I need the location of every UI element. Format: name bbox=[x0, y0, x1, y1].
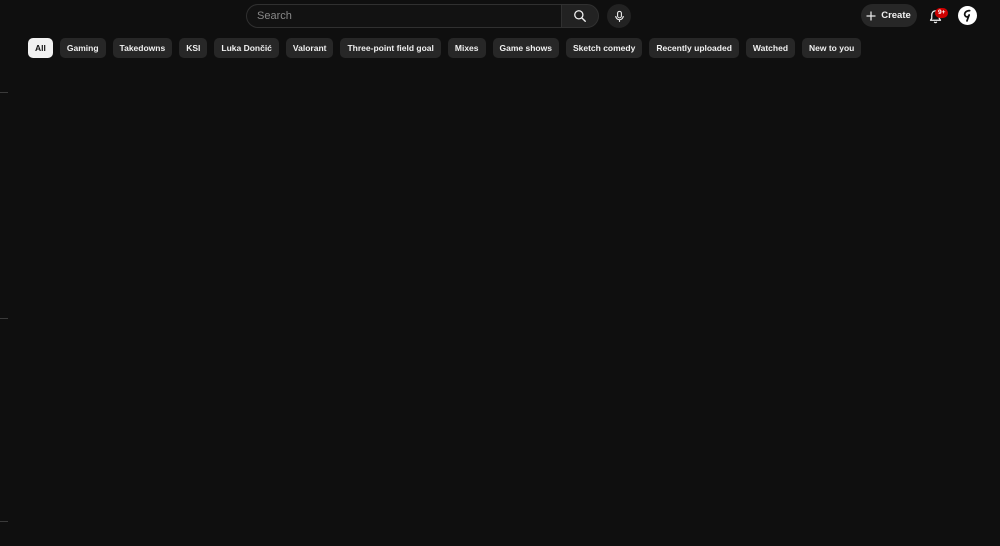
chip-sketch-comedy[interactable]: Sketch comedy bbox=[565, 38, 643, 58]
plus-icon bbox=[866, 11, 876, 20]
create-label: Create bbox=[881, 10, 911, 21]
edge-divider bbox=[0, 521, 8, 522]
chip-bar: All Gaming Takedowns KSI Luka Dončić Val… bbox=[28, 38, 862, 58]
search-input[interactable] bbox=[247, 5, 561, 27]
chip-watched[interactable]: Watched bbox=[745, 38, 796, 58]
create-button[interactable]: Create bbox=[861, 4, 917, 27]
edge-divider bbox=[0, 318, 8, 319]
avatar-logo-icon bbox=[963, 9, 971, 22]
chip-luka-doncic[interactable]: Luka Dončić bbox=[214, 38, 279, 58]
chip-game-shows[interactable]: Game shows bbox=[492, 38, 559, 58]
edge-divider bbox=[0, 92, 8, 93]
search-button[interactable] bbox=[561, 4, 599, 28]
voice-search-button[interactable] bbox=[607, 4, 631, 28]
chip-three-point-field-goal[interactable]: Three-point field goal bbox=[340, 38, 441, 58]
chip-gaming[interactable]: Gaming bbox=[59, 38, 106, 58]
microphone-icon bbox=[614, 10, 624, 22]
chip-takedowns[interactable]: Takedowns bbox=[112, 38, 173, 58]
chip-recently-uploaded[interactable]: Recently uploaded bbox=[649, 38, 739, 58]
chip-ksi[interactable]: KSI bbox=[179, 38, 208, 58]
chip-valorant[interactable]: Valorant bbox=[285, 38, 334, 58]
chip-all[interactable]: All bbox=[28, 38, 53, 58]
avatar[interactable] bbox=[958, 6, 977, 25]
chip-new-to-you[interactable]: New to you bbox=[802, 38, 862, 58]
chip-mixes[interactable]: Mixes bbox=[447, 38, 486, 58]
search-bar bbox=[246, 4, 599, 28]
search-box[interactable] bbox=[246, 4, 561, 28]
notification-count-badge: 9+ bbox=[935, 8, 949, 18]
search-icon bbox=[574, 10, 586, 22]
page: Create 9+ All Gaming Takedowns KSI Luka … bbox=[0, 0, 1000, 546]
